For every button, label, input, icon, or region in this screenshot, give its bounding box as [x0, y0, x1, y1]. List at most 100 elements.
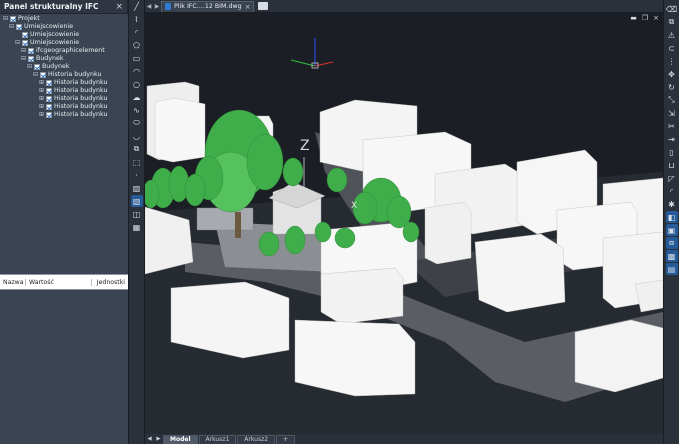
- stretch-icon[interactable]: ⇲: [666, 107, 678, 119]
- tree-node[interactable]: ⊞ Historia budynku: [0, 103, 128, 111]
- hatch-icon[interactable]: ▨: [131, 182, 143, 194]
- visibility-checkbox[interactable]: [46, 112, 52, 118]
- visibility-checkbox[interactable]: [46, 80, 52, 86]
- tab-document[interactable]: Plik IFC....12 BIM.dwg ×: [161, 0, 255, 12]
- mirror-icon[interactable]: ⚠: [666, 29, 678, 41]
- tab-next-icon[interactable]: ▶: [153, 3, 161, 10]
- visibility-checkbox[interactable]: [40, 72, 46, 78]
- tree-node[interactable]: ⊟ ifcgeographicelement: [0, 47, 128, 55]
- point-icon[interactable]: ·: [131, 169, 143, 181]
- break-icon[interactable]: ▯: [666, 146, 678, 158]
- tree-node[interactable]: ⊞ Historia budynku: [0, 87, 128, 95]
- expand-toggle-icon[interactable]: ⊟: [14, 39, 21, 47]
- expand-toggle-icon[interactable]: ⊟: [2, 15, 9, 23]
- column-units[interactable]: Jednostki: [92, 279, 128, 286]
- polyline-icon[interactable]: ⌇: [131, 13, 143, 25]
- tree-node[interactable]: ⊞ Historia budynku: [0, 111, 128, 119]
- pentagon-icon[interactable]: ⬠: [131, 39, 143, 51]
- trim-icon[interactable]: ✂: [666, 120, 678, 132]
- tree-node[interactable]: ⊟ Projekt: [0, 15, 128, 23]
- visibility-checkbox[interactable]: [28, 48, 34, 54]
- tab-arkusz1[interactable]: Arkusz1: [198, 434, 237, 444]
- tree-node[interactable]: ⊟ Umiejscowienie: [0, 39, 128, 47]
- group-icon[interactable]: ▩: [665, 250, 678, 262]
- tree-node[interactable]: ⊞ Historia budynku: [0, 79, 128, 87]
- visibility-checkbox[interactable]: [22, 40, 28, 46]
- expand-toggle-icon[interactable]: ⊞: [38, 111, 45, 119]
- layout-next-icon[interactable]: ▶: [154, 436, 163, 442]
- visibility-checkbox[interactable]: [28, 56, 34, 62]
- expand-toggle-icon[interactable]: ⊞: [38, 103, 45, 111]
- minimize-icon[interactable]: ▬: [630, 14, 637, 22]
- properties-icon[interactable]: ▣: [665, 224, 678, 236]
- join-icon[interactable]: ⊔: [666, 159, 678, 171]
- layout-prev-icon[interactable]: ◀: [145, 436, 154, 442]
- tree-node[interactable]: Umiejscowienie: [0, 31, 128, 39]
- fillet-icon[interactable]: ◜: [666, 185, 678, 197]
- arc2-icon[interactable]: ◠: [131, 65, 143, 77]
- offset-icon[interactable]: ⊂: [666, 42, 678, 54]
- column-value[interactable]: Wartość: [26, 278, 92, 286]
- restore-icon[interactable]: ❐: [642, 14, 648, 22]
- expand-toggle-icon[interactable]: ⊟: [8, 23, 15, 31]
- layer-icon[interactable]: ◧: [665, 211, 678, 223]
- ungroup-icon[interactable]: ▤: [665, 263, 678, 275]
- visibility-checkbox[interactable]: [46, 88, 52, 94]
- tree-node[interactable]: ⊟ Budynek: [0, 63, 128, 71]
- new-tab-icon[interactable]: [258, 2, 269, 10]
- ucs-y-axis: [290, 59, 316, 67]
- table-icon[interactable]: ▦: [131, 221, 143, 233]
- cloud-icon[interactable]: ☁: [131, 91, 143, 103]
- expand-toggle-icon[interactable]: ⊞: [38, 95, 45, 103]
- visibility-checkbox[interactable]: [46, 104, 52, 110]
- explode-icon[interactable]: ✱: [666, 198, 678, 210]
- add-layout-button[interactable]: +: [276, 434, 296, 444]
- insert-block-icon[interactable]: ⧉: [131, 143, 143, 155]
- ucs-z-label: Z: [300, 138, 310, 154]
- rectangle-icon[interactable]: ▭: [131, 52, 143, 64]
- close-viewport-icon[interactable]: ×: [653, 14, 659, 22]
- visibility-checkbox[interactable]: [16, 24, 22, 30]
- expand-toggle-icon[interactable]: ⊟: [32, 71, 39, 79]
- tree-node[interactable]: ⊟ Umiejscowienie: [0, 23, 128, 31]
- tab-model[interactable]: Model: [163, 434, 198, 444]
- close-tab-icon[interactable]: ×: [245, 3, 251, 11]
- tree-node-label: Umiejscowienie: [30, 39, 80, 46]
- visibility-checkbox[interactable]: [10, 16, 16, 22]
- ellipse-arc-icon[interactable]: ◡: [131, 130, 143, 142]
- circle-icon[interactable]: ○: [131, 78, 143, 90]
- region-icon[interactable]: ◫: [131, 208, 143, 220]
- expand-toggle-icon[interactable]: ⊟: [20, 47, 27, 55]
- drawing-viewport[interactable]: ▬ ❐ × Z X: [145, 12, 663, 434]
- array-icon[interactable]: ⋮: [666, 55, 678, 67]
- tab-arkusz2[interactable]: Arkusz2: [237, 434, 276, 444]
- gradient-icon[interactable]: ▧: [130, 195, 143, 207]
- tab-document-label: Plik IFC....12 BIM.dwg: [174, 3, 242, 10]
- move-icon[interactable]: ✥: [666, 68, 678, 80]
- tab-prev-icon[interactable]: ◀: [145, 3, 153, 10]
- expand-toggle-icon[interactable]: ⊟: [20, 55, 27, 63]
- visibility-checkbox[interactable]: [46, 96, 52, 102]
- tree-node[interactable]: ⊟ Historia budynku: [0, 71, 128, 79]
- close-icon[interactable]: ×: [115, 2, 123, 12]
- arc-icon[interactable]: ◜: [131, 26, 143, 38]
- expand-toggle-icon[interactable]: ⊞: [38, 87, 45, 95]
- draworder-icon[interactable]: ⧈: [665, 237, 678, 249]
- tree-node[interactable]: ⊞ Historia budynku: [0, 95, 128, 103]
- column-name[interactable]: Nazwa: [0, 278, 26, 286]
- visibility-checkbox[interactable]: [34, 64, 40, 70]
- line-icon[interactable]: ╱: [131, 0, 143, 12]
- rotate-icon[interactable]: ↻: [666, 81, 678, 93]
- chamfer-icon[interactable]: ◸: [666, 172, 678, 184]
- ellipse-icon[interactable]: ⬭: [131, 117, 143, 129]
- copy-icon[interactable]: ⧉: [666, 16, 678, 28]
- visibility-checkbox[interactable]: [22, 32, 28, 38]
- expand-toggle-icon[interactable]: ⊞: [38, 79, 45, 87]
- extend-icon[interactable]: ⇥: [666, 133, 678, 145]
- expand-toggle-icon[interactable]: ⊟: [26, 63, 33, 71]
- scale-icon[interactable]: ⤡: [666, 94, 678, 106]
- spline-icon[interactable]: ∿: [131, 104, 143, 116]
- eraser-icon[interactable]: ⌫: [666, 3, 678, 15]
- tree-node[interactable]: ⊟ Budynek: [0, 55, 128, 63]
- make-block-icon[interactable]: ⬚: [131, 156, 143, 168]
